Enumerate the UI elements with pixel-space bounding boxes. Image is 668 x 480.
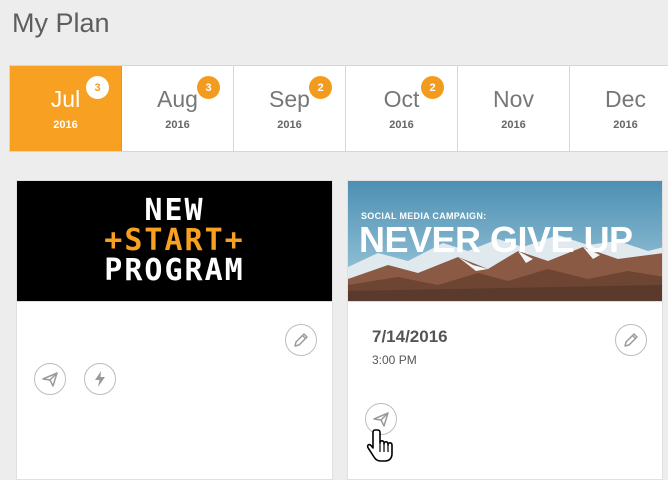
hand-cursor-icon (366, 429, 393, 462)
month-tab-dec[interactable]: Dec 2016 (570, 66, 668, 151)
month-year: 2016 (165, 119, 190, 131)
card-banner-image: NEW +START+ PROGRAM (17, 181, 332, 301)
edit-icon (294, 333, 308, 347)
month-tab-aug[interactable]: 3 Aug 2016 (122, 66, 234, 151)
month-name: Jul (50, 86, 81, 112)
month-year: 2016 (53, 119, 78, 131)
month-tab-nov[interactable]: Nov 2016 (458, 66, 570, 151)
banner-headline: NEVER GIVE UP (359, 219, 633, 260)
edit-button[interactable] (285, 324, 317, 356)
send-icon (42, 372, 58, 387)
page-title: My Plan (12, 8, 110, 38)
month-tab-sep[interactable]: 2 Sep 2016 (234, 66, 346, 151)
plan-card-new-start[interactable]: NEW +START+ PROGRAM (16, 180, 333, 480)
month-name: Nov (493, 86, 534, 112)
send-icon (373, 412, 389, 427)
send-button[interactable] (34, 363, 66, 395)
card-banner-image: SOCIAL MEDIA CAMPAIGN: NEVER GIVE UP (348, 181, 662, 301)
month-year: 2016 (501, 119, 526, 131)
month-tab-jul[interactable]: 3 Jul 2016 (10, 66, 122, 151)
divider (17, 301, 332, 302)
month-name: Oct (383, 86, 420, 112)
boost-button[interactable] (84, 363, 116, 395)
month-name: Dec (605, 86, 646, 112)
edit-icon (624, 333, 638, 347)
month-name: Aug (157, 86, 198, 112)
month-year: 2016 (613, 119, 638, 131)
divider (348, 301, 662, 302)
banner-text-line: PROGRAM (104, 253, 245, 288)
month-year: 2016 (277, 119, 302, 131)
scheduled-date: 7/14/2016 (372, 327, 448, 346)
lightning-icon (95, 371, 105, 387)
scheduled-time: 3:00 PM (372, 353, 417, 367)
month-selector: 3 Jul 2016 3 Aug 2016 2 Sep 2016 2 Oct 2… (9, 65, 668, 152)
month-tab-oct[interactable]: 2 Oct 2016 (346, 66, 458, 151)
month-year: 2016 (389, 119, 414, 131)
edit-button[interactable] (615, 324, 647, 356)
month-name: Sep (269, 86, 310, 112)
